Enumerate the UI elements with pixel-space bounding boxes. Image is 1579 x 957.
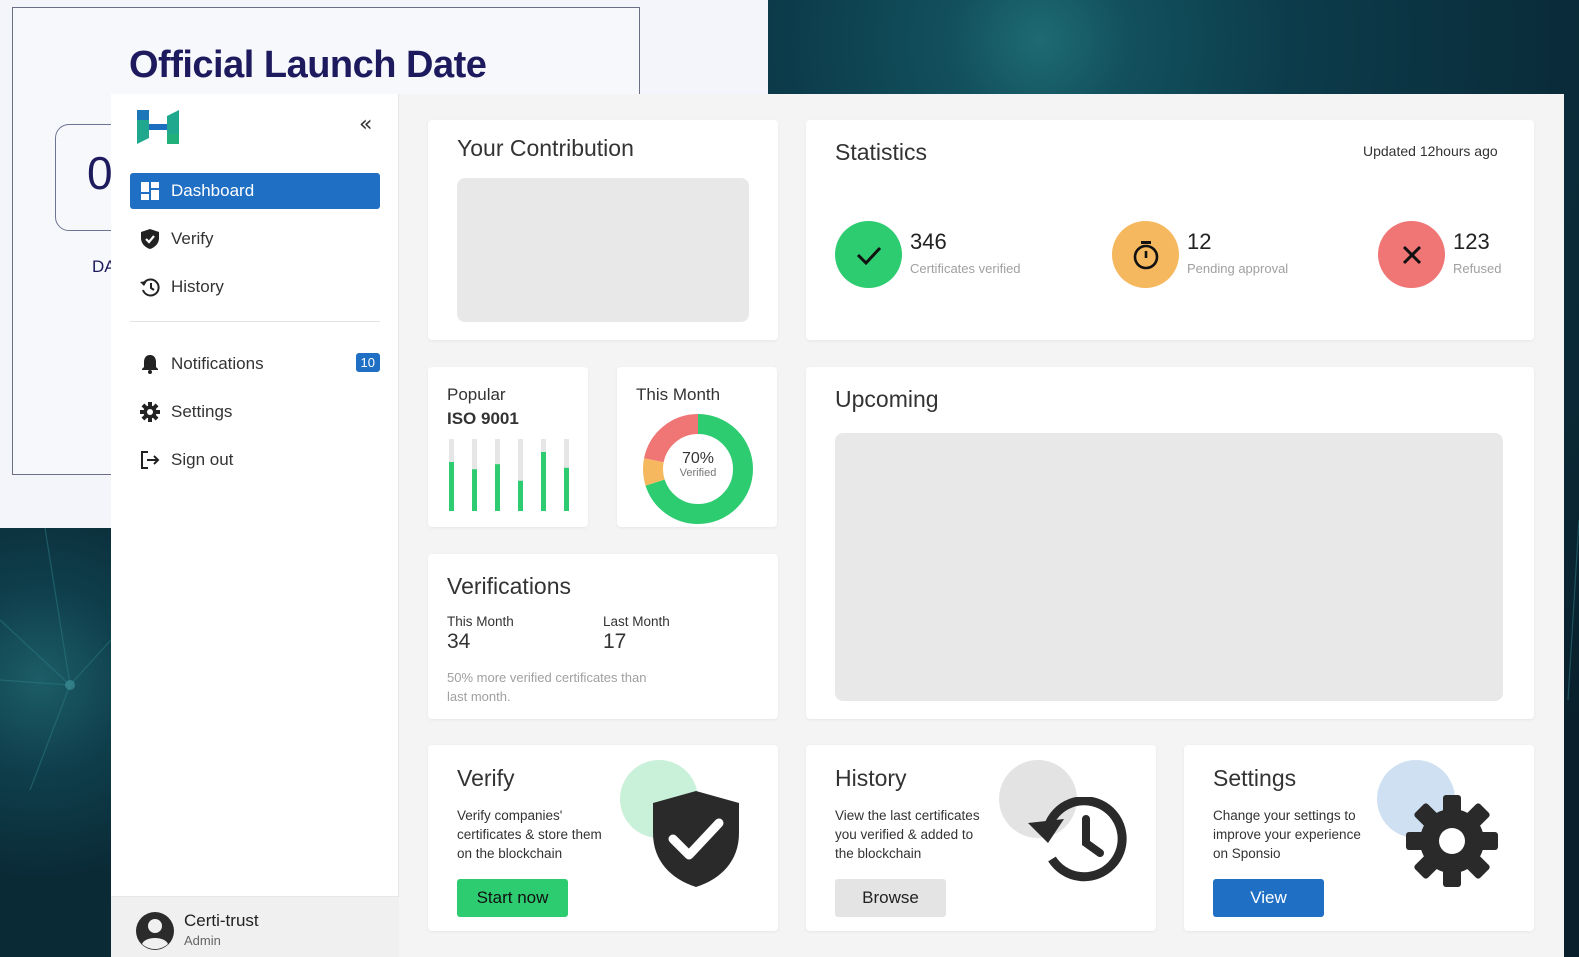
stat-refused-circle: [1378, 221, 1445, 288]
avatar-icon: [136, 912, 174, 950]
stat-pending-value: 12: [1187, 229, 1212, 254]
bar-fill: [449, 462, 454, 511]
notification-count-badge: 10: [355, 353, 380, 372]
statistics-card: Statistics Updated 12hours ago 346 Certi…: [806, 120, 1534, 340]
description-line: on the blockchain: [457, 846, 563, 861]
sidebar: « Dashboard Verify History Notifications…: [111, 94, 399, 957]
dashboard-window: « Dashboard Verify History Notifications…: [111, 94, 1564, 957]
contribution-card: Your Contribution: [428, 120, 778, 340]
description-line: Verify companies': [457, 808, 563, 823]
settings-card: Settings Change your settings to improve…: [1184, 745, 1534, 931]
bell-icon: [140, 354, 160, 374]
popular-bar-chart: [449, 439, 569, 511]
verify-card-description: Verify companies' certificates & store t…: [457, 806, 602, 863]
gear-icon: [140, 402, 160, 422]
logo: [137, 110, 179, 144]
stat-pending-label: Pending approval: [1187, 261, 1289, 276]
settings-card-description: Change your settings to improve your exp…: [1213, 806, 1361, 863]
countdown-digit: 0: [87, 147, 113, 199]
bar-fill: [564, 467, 569, 511]
sidebar-item-history[interactable]: History: [130, 269, 380, 305]
sidebar-item-notifications[interactable]: Notifications 10: [130, 346, 380, 382]
history-card-title: History: [835, 765, 907, 791]
description-line: the blockchain: [835, 846, 922, 861]
description-line: certificates & store them: [457, 827, 602, 842]
upcoming-title: Upcoming: [835, 386, 939, 412]
collapse-sidebar-button[interactable]: «: [359, 112, 372, 137]
contribution-placeholder: [457, 178, 749, 322]
launch-title: Official Launch Date: [129, 44, 487, 86]
bar-fill: [518, 480, 523, 511]
stat-refused-value: 123: [1453, 229, 1490, 254]
contribution-title: Your Contribution: [457, 135, 634, 161]
verifications-card: Verifications This Month 34 Last Month 1…: [428, 554, 778, 719]
bar-fill: [541, 451, 546, 511]
sign-out-icon: [140, 450, 160, 470]
history-icon: [1028, 797, 1127, 882]
stat-verified-circle: [835, 221, 902, 288]
last-month-value: 17: [603, 630, 627, 653]
bar-fill: [472, 469, 477, 511]
user-profile[interactable]: Certi-trust Admin: [111, 896, 399, 957]
history-card-description: View the last certificates you verified …: [835, 806, 980, 863]
stopwatch-icon: [1133, 240, 1158, 269]
sidebar-item-verify[interactable]: Verify: [130, 221, 380, 257]
upcoming-placeholder: [835, 433, 1503, 701]
history-icon: [140, 277, 160, 297]
description-line: View the last certificates: [835, 808, 980, 823]
this-month-title: This Month: [636, 385, 721, 404]
close-icon: [1402, 245, 1421, 264]
donut-percent: 70%: [681, 450, 715, 467]
sidebar-divider: [130, 321, 380, 322]
sidebar-item-label: Dashboard: [171, 181, 255, 200]
sidebar-item-label: Settings: [171, 402, 233, 421]
start-now-button[interactable]: Start now: [457, 879, 568, 917]
shield-check-icon: [140, 229, 160, 249]
bar-fill: [495, 464, 500, 511]
stat-refused-label: Refused: [1453, 261, 1502, 276]
description-line: on Sponsio: [1213, 846, 1281, 861]
stat-verified-value: 346: [910, 229, 947, 254]
gear-icon: [1406, 795, 1498, 887]
statistics-title: Statistics: [835, 139, 928, 165]
verifications-note-line: last month.: [447, 689, 511, 704]
check-icon: [856, 246, 881, 265]
this-month-value: 34: [447, 630, 471, 653]
sidebar-item-label: Sign out: [171, 450, 234, 469]
sidebar-nav: Dashboard Verify History Notifications 1…: [130, 173, 380, 490]
description-line: Change your settings to: [1213, 808, 1356, 823]
history-card: History View the last certificates you v…: [806, 745, 1156, 931]
verify-card: Verify Verify companies' certificates & …: [428, 745, 778, 931]
stat-verified-label: Certificates verified: [910, 261, 1021, 276]
shield-check-icon: [653, 791, 739, 887]
verifications-note: 50% more verified certificates than last…: [447, 668, 646, 706]
donut-caption: Verified: [679, 467, 717, 479]
statistics-updated-text: Updated 12hours ago: [1363, 143, 1498, 159]
sidebar-item-label: History: [171, 277, 224, 296]
description-line: improve your experience: [1213, 827, 1361, 842]
verifications-title: Verifications: [447, 573, 572, 599]
sidebar-item-dashboard[interactable]: Dashboard: [130, 173, 380, 209]
verifications-note-line: 50% more verified certificates than: [447, 670, 647, 685]
sidebar-item-sign-out[interactable]: Sign out: [130, 442, 380, 478]
upcoming-card: Upcoming: [806, 367, 1534, 719]
popular-standard: ISO 9001: [447, 409, 519, 428]
dashboard-icon: [140, 181, 160, 201]
verify-card-title: Verify: [457, 765, 515, 791]
view-button[interactable]: View: [1213, 879, 1324, 917]
sidebar-item-label: Verify: [171, 229, 214, 248]
this-month-label: This Month: [447, 614, 514, 629]
browse-button[interactable]: Browse: [835, 879, 946, 917]
popular-card: Popular ISO 9001: [428, 367, 588, 527]
user-name: Certi-trust: [184, 911, 259, 930]
user-role: Admin: [184, 933, 221, 948]
description-line: you verified & added to: [835, 827, 974, 842]
this-month-card: This Month 70% Verified: [617, 367, 777, 527]
popular-title: Popular: [447, 385, 506, 404]
sidebar-item-label: Notifications: [171, 354, 264, 373]
last-month-label: Last Month: [603, 614, 670, 629]
sidebar-item-settings[interactable]: Settings: [130, 394, 380, 430]
stat-pending-circle: [1112, 221, 1179, 288]
settings-card-title: Settings: [1213, 765, 1297, 791]
